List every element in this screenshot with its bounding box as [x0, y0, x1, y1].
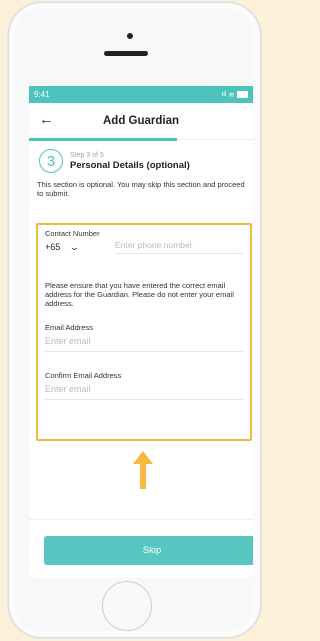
- header: ← Add Guardian: [29, 103, 253, 141]
- step-progress-bar: [29, 138, 177, 141]
- skip-button[interactable]: Skip: [44, 536, 253, 565]
- home-button: [102, 581, 152, 631]
- arrow-up-icon: [133, 451, 153, 489]
- back-arrow-icon[interactable]: ←: [39, 111, 54, 128]
- intro-text: This section is optional. You may skip t…: [37, 180, 245, 199]
- phone-frame: 9:41 ııl ≋ ← Add Guardian 3 Step 3 of 5 …: [8, 2, 261, 638]
- step-counter: Step 3 of 5: [70, 151, 104, 159]
- page-title: Add Guardian: [102, 115, 180, 127]
- status-time: 9:41: [34, 90, 50, 99]
- battery-icon: [237, 91, 248, 98]
- step-number-badge: 3: [39, 149, 63, 173]
- status-bar: 9:41 ııl ≋: [29, 86, 253, 103]
- wifi-icon: ≋: [228, 91, 235, 99]
- highlight-frame: [36, 223, 252, 441]
- footer-divider: [29, 519, 253, 520]
- status-icons: ııl ≋: [222, 91, 248, 99]
- step-indicator: 3 Step 3 of 5 Personal Details (optional…: [29, 140, 253, 177]
- front-camera: [127, 33, 133, 39]
- signal-icon: ııl: [221, 91, 226, 98]
- earpiece-speaker: [104, 51, 148, 56]
- section-title: Personal Details (optional): [70, 159, 190, 171]
- app-screen: 9:41 ııl ≋ ← Add Guardian 3 Step 3 of 5 …: [29, 86, 253, 577]
